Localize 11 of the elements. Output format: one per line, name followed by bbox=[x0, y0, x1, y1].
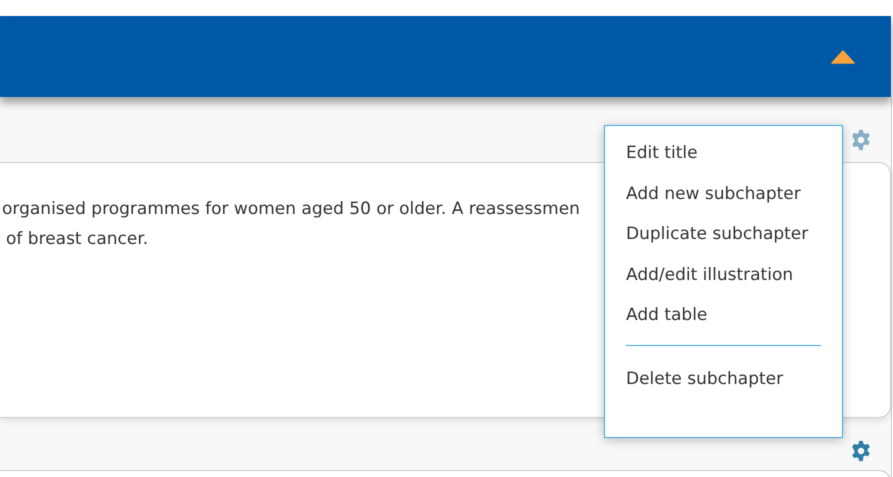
text-line: of breast cancer. bbox=[5, 228, 148, 251]
settings-icon[interactable] bbox=[850, 440, 872, 462]
menu-item[interactable]: Delete subchapter bbox=[626, 368, 821, 408]
menu-item[interactable]: Add/edit illustration bbox=[626, 264, 821, 304]
menu-item[interactable]: Add new subchapter bbox=[626, 182, 821, 223]
menu-item[interactable]: Duplicate subchapter bbox=[626, 223, 821, 264]
menu-item[interactable]: Edit title bbox=[626, 142, 821, 182]
settings-icon[interactable] bbox=[850, 129, 872, 151]
caret-icon[interactable] bbox=[831, 50, 855, 64]
text-line: organised programmes for women aged 50 or older. A reassessmen bbox=[1, 198, 580, 221]
menu-item[interactable]: Add table bbox=[626, 304, 821, 344]
